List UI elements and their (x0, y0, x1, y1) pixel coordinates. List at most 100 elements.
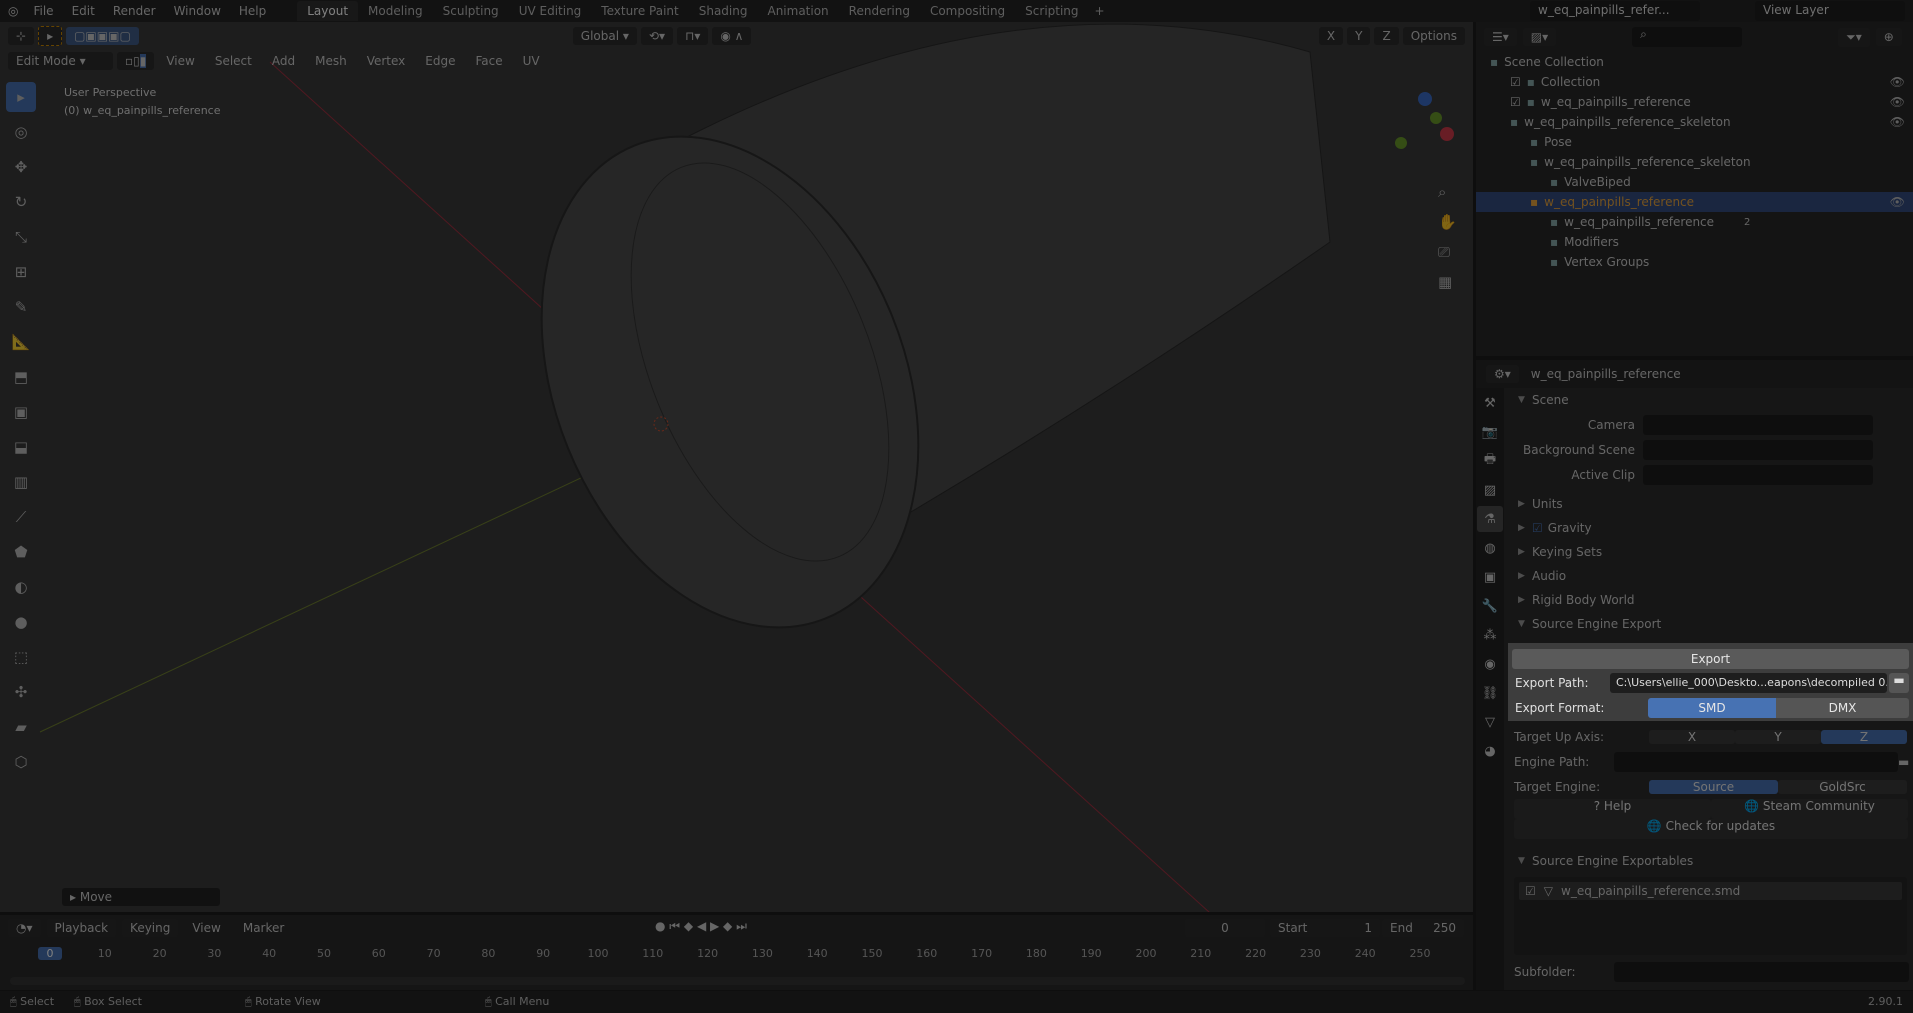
folder-icon[interactable]: ▬ (1889, 673, 1909, 693)
section-source-engine-exportables[interactable]: ▼ Source Engine Exportables (1508, 849, 1913, 873)
timeline-menu-keying[interactable]: Keying (122, 919, 179, 937)
section-gravity[interactable]: ▶ ☑ Gravity (1508, 516, 1913, 540)
start-frame-field[interactable]: Start 1 (1270, 919, 1380, 937)
outliner-row[interactable]: ▪ Modifiers (1476, 232, 1913, 252)
frame-ruler[interactable]: 0 10 20 30 40 50 60 70 80 90 100 110 120 130 140 150 160… (0, 947, 1473, 967)
outliner-row[interactable]: ▪ w_eq_painpills_reference 2 (1476, 212, 1913, 232)
viewport-menu-edge[interactable]: Edge (417, 52, 463, 70)
check-updates-button[interactable]: 🌐 Check for updates (1514, 819, 1908, 839)
checkbox[interactable]: ☑ (1510, 75, 1521, 89)
viewport-menu-vertex[interactable]: Vertex (359, 52, 414, 70)
section-units[interactable]: ▶ Units (1508, 492, 1913, 516)
outliner-row[interactable]: ▪ Vertex Groups (1476, 252, 1913, 272)
blender-logo-icon[interactable]: ◎ (0, 4, 24, 18)
extrude-icon[interactable]: ⬒ (6, 362, 36, 392)
tool-icon[interactable]: ⚒ (1477, 390, 1503, 416)
tab-sculpting[interactable]: Sculpting (433, 1, 509, 21)
axis-z-toggle[interactable]: Z (1374, 27, 1399, 45)
tab-shading[interactable]: Shading (689, 1, 758, 21)
snap-icon[interactable]: ⊓▾ (677, 27, 709, 45)
outliner-row[interactable]: ▪ Scene Collection (1476, 52, 1913, 72)
checkbox[interactable]: ☑ (1525, 884, 1536, 898)
tab-compositing[interactable]: Compositing (920, 1, 1015, 21)
engine-goldsrc-button[interactable]: GoldSrc (1778, 779, 1907, 794)
modifier-icon[interactable]: 🔧 (1477, 593, 1503, 619)
navigation-gizmo[interactable] (1390, 92, 1460, 172)
render-icon[interactable]: 📷 (1477, 419, 1503, 445)
steam-community-button[interactable]: 🌐 Steam Community (1711, 799, 1908, 819)
scene-icon[interactable]: ⚗ (1477, 506, 1503, 532)
view-layer-icon[interactable]: ▨▾ (1522, 28, 1557, 46)
view-layer-selector[interactable]: View Layer (1755, 1, 1905, 21)
select-mode-vertex-edge-face[interactable]: ▫▯▮ (117, 52, 155, 70)
active-clip-field[interactable] (1643, 464, 1873, 485)
axis-y-toggle[interactable]: Y (1347, 27, 1371, 45)
camera-icon[interactable]: ⎚ (1438, 237, 1457, 267)
playback-controls[interactable]: ● ⏮ ◆ ◀ ▶ ◆ ⏭ (655, 919, 747, 934)
view-layer-icon[interactable]: ▨ (1477, 477, 1503, 503)
outliner-row[interactable]: ▪ ValveBiped (1476, 172, 1913, 192)
scale-icon[interactable]: ⤡ (6, 222, 36, 252)
engine-source-button[interactable]: Source (1649, 779, 1778, 794)
checkbox[interactable]: ☑ (1510, 95, 1521, 109)
axis-y-button[interactable]: Y (1735, 729, 1821, 744)
viewport-menu-mesh[interactable]: Mesh (307, 52, 355, 70)
outliner-row[interactable]: ☑ ▪ w_eq_painpills_reference 👁 (1476, 92, 1913, 112)
display-mode-icon[interactable]: ☰▾ (1484, 28, 1517, 46)
proportional-edit-icon[interactable]: ◉ ∧ (712, 27, 752, 45)
annotate-icon[interactable]: ✎ (6, 292, 36, 322)
spin-icon[interactable]: ◐ (6, 572, 36, 602)
particles-icon[interactable]: ⁂ (1477, 622, 1503, 648)
timeline-editor-icon[interactable]: ◔▾ (8, 919, 41, 937)
outliner-row[interactable]: ▪ w_eq_painpills_reference_skeleton (1476, 152, 1913, 172)
outliner-row[interactable]: ▪ Pose (1476, 132, 1913, 152)
axis-x-button[interactable]: X (1649, 729, 1735, 744)
ortho-grid-icon[interactable]: ▦ (1438, 267, 1457, 297)
format-smd-button[interactable]: SMD (1648, 698, 1776, 718)
inset-icon[interactable]: ▣ (6, 397, 36, 427)
last-operator-panel[interactable]: ▸ Move (62, 888, 220, 906)
object-icon[interactable]: ▣ (1477, 564, 1503, 590)
menu-edit[interactable]: Edit (63, 4, 104, 18)
menu-render[interactable]: Render (104, 4, 165, 18)
tab-rendering[interactable]: Rendering (839, 1, 920, 21)
timeline-menu-playback[interactable]: Playback (46, 919, 117, 937)
timeline-menu-view[interactable]: View (184, 919, 228, 937)
axis-x-toggle[interactable]: X (1318, 27, 1344, 45)
outliner-row[interactable]: ☑ ▪ Collection 👁 (1476, 72, 1913, 92)
menu-help[interactable]: Help (230, 4, 275, 18)
transform-icon[interactable]: ⊞ (6, 257, 36, 287)
viewport-menu-add[interactable]: Add (264, 52, 303, 70)
select-box-icon[interactable]: ▸ (6, 82, 36, 112)
editor-type-icon[interactable]: ⚙▾ (1486, 365, 1519, 383)
eye-icon[interactable]: 👁 (1890, 195, 1905, 209)
menu-file[interactable]: File (24, 4, 62, 18)
exportable-item[interactable]: ☑ ▽ w_eq_painpills_reference.smd (1519, 882, 1902, 900)
timeline-menu-marker[interactable]: Marker (235, 919, 292, 937)
knife-icon[interactable]: ⟋ (6, 502, 36, 532)
transform-orientation-dropdown[interactable]: Global ▾ (572, 27, 637, 45)
section-rigid-body-world[interactable]: ▶ Rigid Body World (1508, 588, 1913, 612)
pivot-icon[interactable]: ⟲▾ (640, 27, 673, 45)
background-scene-field[interactable] (1643, 439, 1873, 460)
pan-hand-icon[interactable]: ✋ (1438, 207, 1457, 237)
tab-scripting[interactable]: Scripting (1015, 1, 1088, 21)
eye-icon[interactable]: 👁 (1890, 95, 1905, 109)
loop-cut-icon[interactable]: ▥ (6, 467, 36, 497)
edge-slide-icon[interactable]: ⬚ (6, 642, 36, 672)
scene-selector[interactable]: w_eq_painpills_refer... (1530, 1, 1700, 21)
world-icon[interactable]: ◍ (1477, 535, 1503, 561)
material-icon[interactable]: ◕ (1477, 738, 1503, 764)
subfolder-field[interactable] (1614, 961, 1909, 982)
gravity-checkbox[interactable]: ☑ (1532, 521, 1543, 535)
shrink-fatten-icon[interactable]: ✣ (6, 677, 36, 707)
shear-icon[interactable]: ▰ (6, 712, 36, 742)
section-keying-sets[interactable]: ▶ Keying Sets (1508, 540, 1913, 564)
rotate-icon[interactable]: ↻ (6, 187, 36, 217)
measure-icon[interactable]: 📐 (6, 327, 36, 357)
physics-icon[interactable]: ◉ (1477, 651, 1503, 677)
outliner-search-input[interactable]: ⌕ (1632, 27, 1743, 47)
engine-path-field[interactable] (1614, 751, 1898, 772)
tab-animation[interactable]: Animation (757, 1, 838, 21)
export-path-input[interactable]: C:\Users\ellie_000\Deskto...eapons\decom… (1610, 673, 1887, 693)
